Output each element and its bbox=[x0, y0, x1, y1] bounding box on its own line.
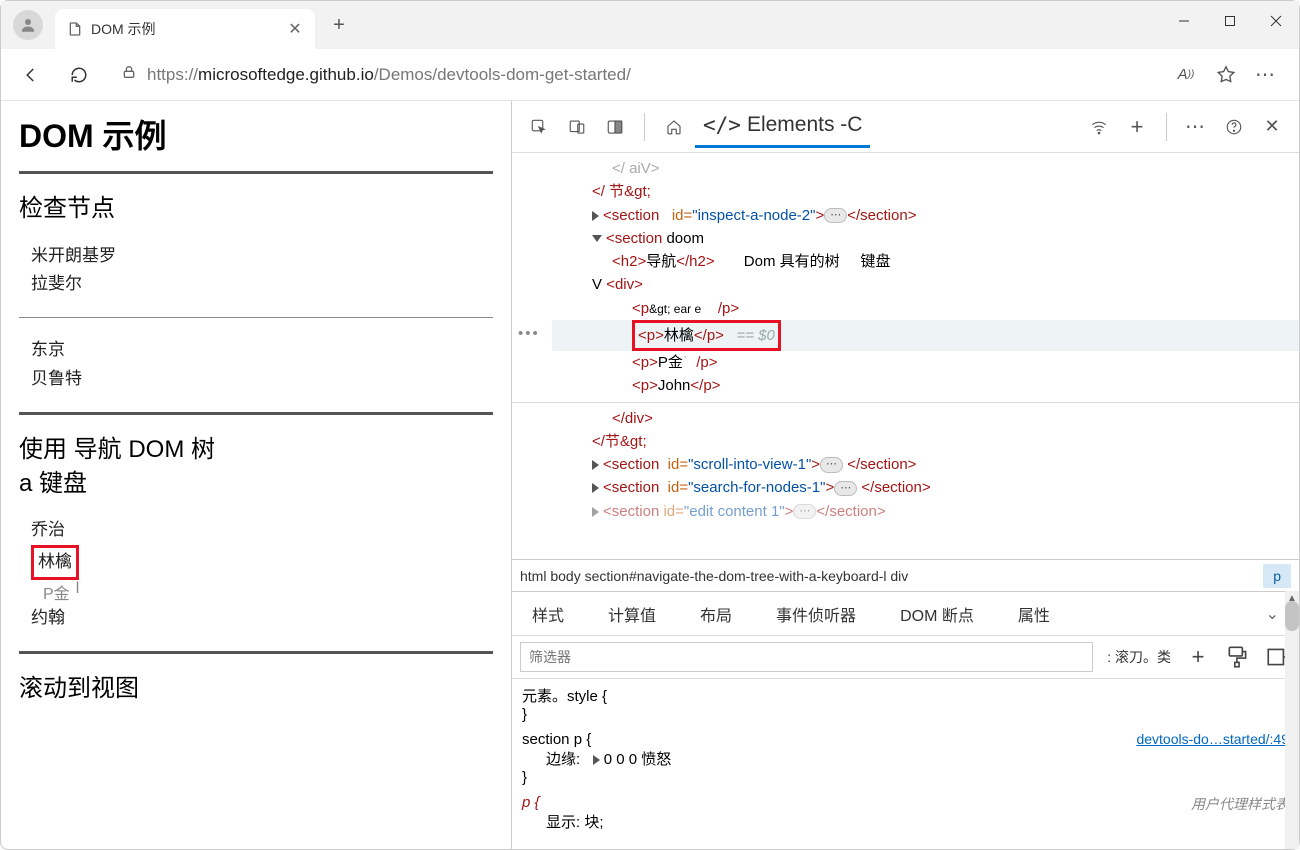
list-item: 东京 bbox=[31, 336, 493, 365]
list-item: 贝鲁特 bbox=[31, 365, 493, 394]
tab-title: DOM 示例 bbox=[91, 19, 279, 39]
settings-more-icon[interactable]: ⋯ bbox=[1179, 110, 1213, 144]
tree-row[interactable]: </div> bbox=[552, 407, 1299, 430]
section-heading-scroll: 滚动到视图 bbox=[19, 672, 493, 706]
tree-row[interactable]: </ 节&gt; bbox=[552, 180, 1299, 203]
tab-close-icon[interactable]: ✕ bbox=[287, 21, 303, 37]
devtools-toolbar: </>Elements -C + ⋯ ✕ bbox=[512, 101, 1299, 153]
list-item: 拉斐尔 bbox=[31, 270, 493, 299]
read-aloud-icon[interactable]: A)) bbox=[1175, 64, 1197, 86]
more-icon[interactable]: ⋯ bbox=[1255, 64, 1277, 86]
page-title: DOM 示例 bbox=[19, 111, 493, 157]
tree-row[interactable]: <p>John</p> bbox=[552, 374, 1299, 397]
styles-filter-row: : 滚刀。类 + bbox=[512, 635, 1299, 679]
maximize-button[interactable] bbox=[1207, 1, 1253, 41]
breadcrumb-path: html body section#navigate-the-dom-tree-… bbox=[520, 568, 908, 584]
styles-filter-input[interactable] bbox=[520, 642, 1093, 672]
styles-tabs: 样式 计算值 布局 事件侦听器 DOM 断点 属性 ⌄ bbox=[512, 591, 1299, 635]
close-button[interactable] bbox=[1253, 1, 1299, 41]
url-box[interactable]: https://microsoftedge.github.io/Demos/de… bbox=[109, 57, 1153, 93]
new-tab-button[interactable]: + bbox=[323, 9, 355, 41]
section-heading-navigate: 使用 导航 DOM 树 a 键盘 bbox=[19, 433, 493, 500]
breadcrumb[interactable]: html body section#navigate-the-dom-tree-… bbox=[512, 559, 1299, 591]
filter-hov-label[interactable]: : 滚刀。类 bbox=[1107, 647, 1171, 667]
style-rule[interactable]: 元素。style { } bbox=[522, 685, 1289, 723]
tree-row[interactable]: <section id="edit content 1">⋯</section> bbox=[552, 500, 1299, 523]
source-link[interactable]: devtools-do…started/:49 bbox=[1136, 731, 1289, 747]
back-button[interactable] bbox=[13, 57, 49, 93]
list-item: P金l bbox=[31, 580, 493, 604]
network-conditions-icon[interactable] bbox=[1082, 110, 1116, 144]
list-cities: 东京 贝鲁特 bbox=[19, 330, 493, 400]
browser-tab[interactable]: DOM 示例 ✕ bbox=[55, 9, 315, 49]
tree-row[interactable]: <section doom bbox=[552, 227, 1299, 250]
styles-rules[interactable]: 元素。style { } devtools-do…started/:49 sec… bbox=[512, 679, 1299, 846]
lock-icon bbox=[121, 63, 137, 86]
tab-styles[interactable]: 样式 bbox=[532, 602, 564, 626]
paint-icon[interactable] bbox=[1225, 644, 1251, 670]
help-icon[interactable] bbox=[1217, 110, 1251, 144]
window-controls bbox=[1161, 1, 1299, 41]
panel-toggle-icon[interactable] bbox=[598, 110, 632, 144]
tree-row-selected[interactable]: •••<p>林檎</p> == $0 bbox=[552, 320, 1299, 351]
tab-layout[interactable]: 布局 bbox=[700, 602, 732, 626]
tree-row[interactable]: <section id="inspect-a-node-2">⋯</sectio… bbox=[552, 204, 1299, 227]
devtools-close-icon[interactable]: ✕ bbox=[1255, 110, 1289, 144]
elements-tab[interactable]: </>Elements -C bbox=[695, 105, 870, 148]
tree-row[interactable]: <h2>导航</h2> Dom 具有的树 键盘 bbox=[552, 250, 1299, 273]
chevron-down-icon[interactable]: ⌄ bbox=[1266, 604, 1279, 624]
more-tabs-icon[interactable]: + bbox=[1120, 110, 1154, 144]
tab-dom-breakpoints[interactable]: DOM 断点 bbox=[900, 602, 974, 626]
minimize-button[interactable] bbox=[1161, 1, 1207, 41]
elements-tree[interactable]: </ aiV> </ 节&gt; <section id="inspect-a-… bbox=[512, 153, 1299, 559]
tree-row[interactable]: <p&gt; ear e /p> bbox=[552, 297, 1299, 320]
breadcrumb-selected[interactable]: p bbox=[1263, 564, 1291, 588]
list-item: 约翰 bbox=[31, 604, 493, 633]
refresh-button[interactable] bbox=[61, 57, 97, 93]
tree-row[interactable]: </节&gt; bbox=[552, 430, 1299, 453]
tree-row[interactable]: <section id="scroll-into-view-1">⋯ </sec… bbox=[552, 453, 1299, 476]
url-text: https://microsoftedge.github.io/Demos/de… bbox=[147, 65, 631, 85]
tab-event-listeners[interactable]: 事件侦听器 bbox=[776, 602, 856, 626]
welcome-tab-icon[interactable] bbox=[657, 110, 691, 144]
highlighted-item: 林檎 bbox=[31, 545, 79, 580]
favorite-icon[interactable] bbox=[1215, 64, 1237, 86]
tree-row[interactable]: V <div> bbox=[552, 273, 1299, 296]
styles-scrollbar[interactable]: ▲ bbox=[1285, 591, 1299, 849]
new-style-rule-icon[interactable]: + bbox=[1185, 644, 1211, 670]
window-titlebar: DOM 示例 ✕ + bbox=[1, 1, 1299, 49]
device-emulation-icon[interactable] bbox=[560, 110, 594, 144]
list-item: 乔治 bbox=[31, 516, 493, 545]
devtools-panel: </>Elements -C + ⋯ ✕ </ aiV> </ 节&gt; <s… bbox=[511, 101, 1299, 849]
tree-row[interactable]: <p>P金` /p> bbox=[552, 351, 1299, 374]
list-item: 米开朗基罗 bbox=[31, 242, 493, 271]
page-content[interactable]: DOM 示例 检查节点 米开朗基罗 拉斐尔 东京 贝鲁特 使用 导航 DOM 树… bbox=[1, 101, 511, 849]
tree-row[interactable]: <section id="search-for-nodes-1">⋯ </sec… bbox=[552, 476, 1299, 499]
styles-pane: 样式 计算值 布局 事件侦听器 DOM 断点 属性 ⌄ : 滚刀。类 + 元素。… bbox=[512, 591, 1299, 849]
tab-properties[interactable]: 属性 bbox=[1018, 602, 1050, 626]
tree-row[interactable]: </ aiV> bbox=[552, 157, 1299, 180]
profile-avatar[interactable] bbox=[13, 10, 43, 40]
section-heading-inspect: 检查节点 bbox=[19, 192, 493, 226]
style-rule[interactable]: devtools-do…started/:49 section p { 边缘: … bbox=[522, 731, 1289, 786]
address-bar: https://microsoftedge.github.io/Demos/de… bbox=[1, 49, 1299, 101]
inspect-element-icon[interactable] bbox=[522, 110, 556, 144]
style-rule[interactable]: 用户代理样式表 p { 显示: 块; bbox=[522, 794, 1289, 832]
list-artists: 米开朗基罗 拉斐尔 bbox=[19, 236, 493, 306]
list-names: 乔治 林檎 P金l 约翰 bbox=[19, 510, 493, 639]
page-icon bbox=[67, 21, 83, 37]
list-item: 林檎 bbox=[31, 545, 493, 580]
tab-computed[interactable]: 计算值 bbox=[608, 602, 656, 626]
